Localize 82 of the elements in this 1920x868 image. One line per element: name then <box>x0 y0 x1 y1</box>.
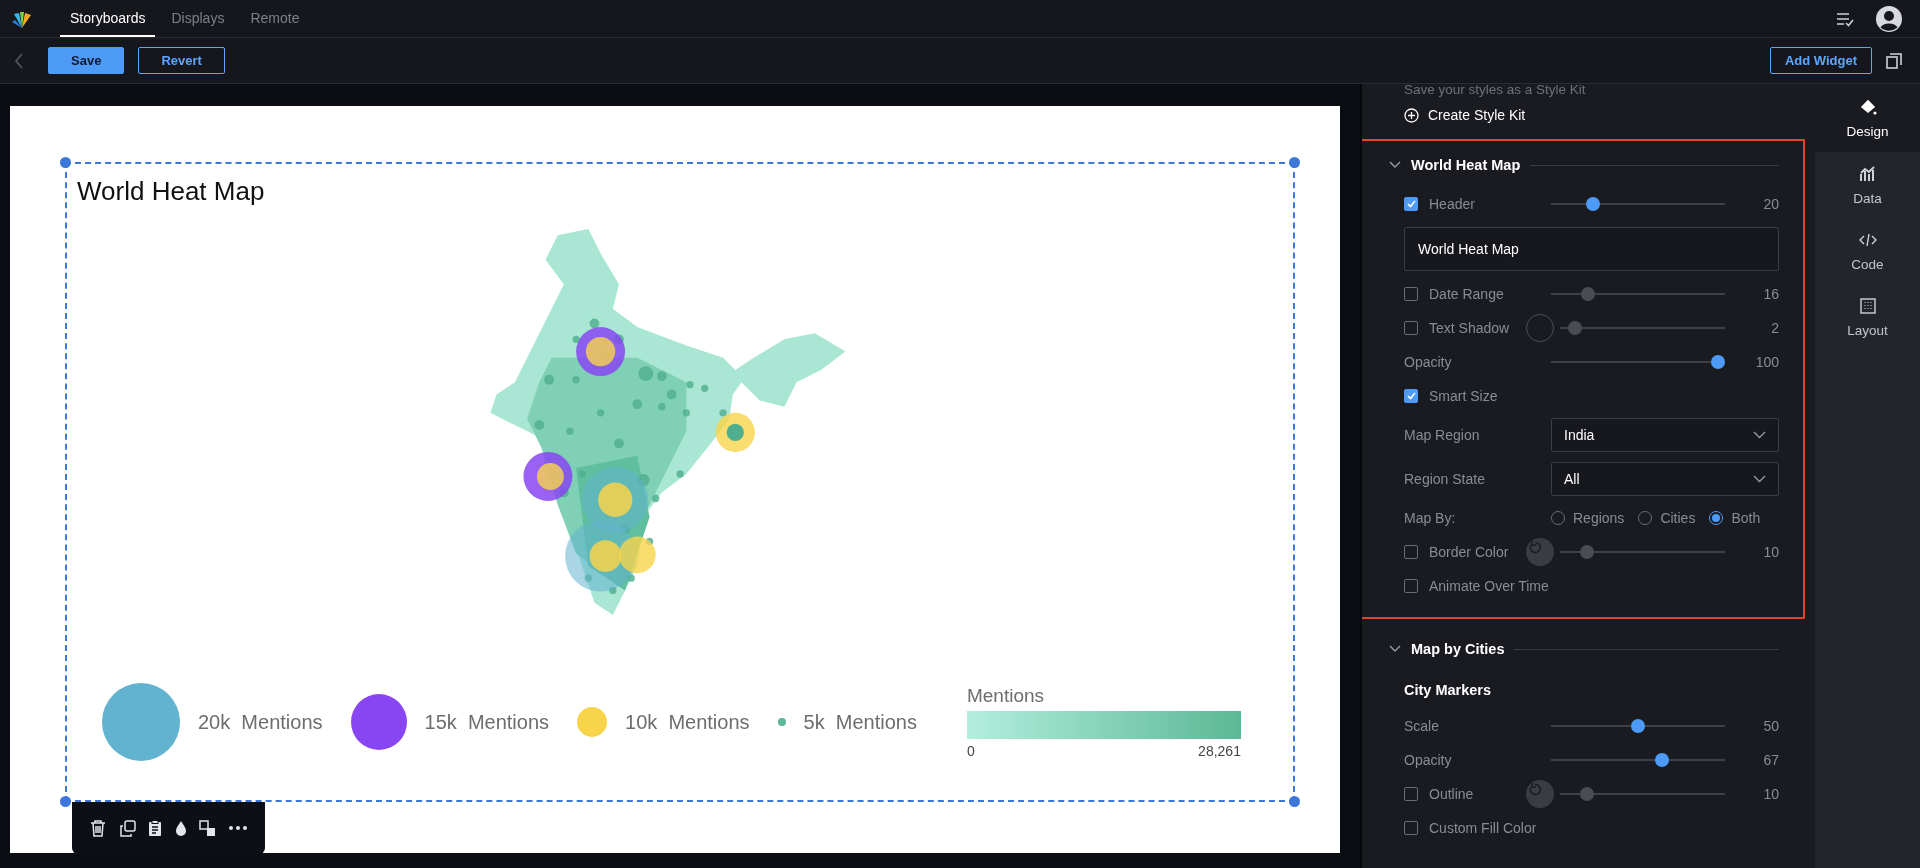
option-label: Header <box>1429 196 1476 212</box>
header-text-field[interactable]: World Heat Map <box>1404 227 1779 271</box>
swap-icon[interactable] <box>199 819 217 837</box>
drop-icon[interactable] <box>174 820 187 836</box>
trash-icon[interactable] <box>90 819 107 837</box>
radio-option[interactable]: Regions <box>1551 510 1625 526</box>
slider-value: 100 <box>1754 354 1779 370</box>
chevron-icon[interactable] <box>1389 161 1401 169</box>
back-icon[interactable] <box>14 52 24 69</box>
side-tab[interactable]: Design <box>1815 84 1920 152</box>
side-tab[interactable]: Code <box>1815 218 1920 284</box>
option-label: Smart Size <box>1429 388 1499 404</box>
slider-thumb[interactable] <box>1586 197 1601 211</box>
option-label: Text Shadow <box>1429 320 1511 336</box>
colorbar-title: Mentions <box>966 685 1045 707</box>
slider-value: 67 <box>1762 752 1779 768</box>
slider-thumb[interactable] <box>1711 355 1725 369</box>
add-widget-button[interactable]: Add Widget <box>1769 47 1872 74</box>
toolbar-button[interactable]: Revert <box>138 47 225 74</box>
option-label: Map By: <box>1404 510 1457 526</box>
style-kit-hint: Save your styles as a Style Kit <box>1404 84 1587 97</box>
side-tab[interactable]: Layout <box>1815 284 1920 350</box>
checkbox[interactable] <box>1404 389 1418 403</box>
slider-thumb[interactable] <box>1631 719 1645 733</box>
option-label: Date Range <box>1429 286 1505 302</box>
option-label: Opacity <box>1404 354 1453 370</box>
option-label: Region State <box>1404 471 1486 487</box>
legend-label: 15k Mentions <box>424 710 550 734</box>
slider-value: 10 <box>1762 786 1779 802</box>
option-label: Outline <box>1429 786 1475 802</box>
grid-icon <box>1858 296 1877 315</box>
section-title: Map by Cities <box>1411 641 1505 657</box>
caret-icon <box>1753 431 1766 439</box>
slider-value: 16 <box>1762 286 1779 302</box>
dropdown[interactable]: India <box>1551 418 1779 452</box>
checkbox[interactable] <box>1404 579 1418 593</box>
slider-value: 50 <box>1762 718 1779 734</box>
subsection-title: City Markers <box>1404 681 1493 700</box>
chevron-icon[interactable] <box>1389 645 1401 653</box>
check-icon <box>1406 200 1416 208</box>
clipboard-icon[interactable] <box>148 819 163 837</box>
chart-icon <box>1858 164 1877 183</box>
checkbox[interactable] <box>1404 821 1418 835</box>
resize-handle[interactable] <box>60 157 71 168</box>
create-style-kit-link[interactable]: Create Style Kit <box>1404 107 1526 123</box>
slider-value: 10 <box>1762 544 1779 560</box>
colorbar-max: 28,261 <box>1198 743 1241 759</box>
popout-icon[interactable] <box>1886 52 1902 69</box>
check-icon <box>1406 392 1416 400</box>
caret-icon <box>1753 475 1766 483</box>
side-tab[interactable]: Data <box>1815 152 1920 218</box>
paint-bucket-icon <box>1858 97 1877 116</box>
slider-thumb[interactable] <box>1655 753 1669 767</box>
toolbar-button[interactable]: Save <box>48 47 125 74</box>
colorbar-min: 0 <box>966 743 975 759</box>
radio-option[interactable]: Both <box>1709 510 1761 526</box>
resize-handle[interactable] <box>1289 157 1300 168</box>
dropdown[interactable]: All <box>1551 462 1779 496</box>
legend-label: 5k Mentions <box>803 710 917 734</box>
option-label: Opacity <box>1404 752 1453 768</box>
section-title: World Heat Map <box>1411 157 1521 173</box>
resize-handle[interactable] <box>1289 796 1300 807</box>
nav-tab[interactable]: Remote <box>240 0 310 37</box>
radio-option[interactable]: Cities <box>1638 510 1696 526</box>
option-label: Border Color <box>1429 544 1510 560</box>
legend-label: 20k Mentions <box>198 710 323 734</box>
resize-handle[interactable] <box>60 796 71 807</box>
option-label: Map Region <box>1404 427 1481 443</box>
plus-circle-icon <box>1404 107 1419 123</box>
widget-title: World Heat Map <box>77 176 265 207</box>
checklist-icon[interactable] <box>1836 10 1854 27</box>
slider-value: 20 <box>1762 196 1779 212</box>
checkbox[interactable] <box>1404 197 1418 211</box>
option-label: Scale <box>1404 718 1441 734</box>
legend-label: 10k Mentions <box>625 710 750 734</box>
duplicate-icon[interactable] <box>118 819 136 837</box>
nav-tab[interactable]: Displays <box>161 0 235 37</box>
option-label: Animate Over Time <box>1429 578 1550 594</box>
option-label: Custom Fill Color <box>1429 820 1538 836</box>
slider-value: 2 <box>1770 320 1779 336</box>
more-icon[interactable] <box>228 826 247 830</box>
avatar-icon[interactable] <box>1876 5 1902 32</box>
